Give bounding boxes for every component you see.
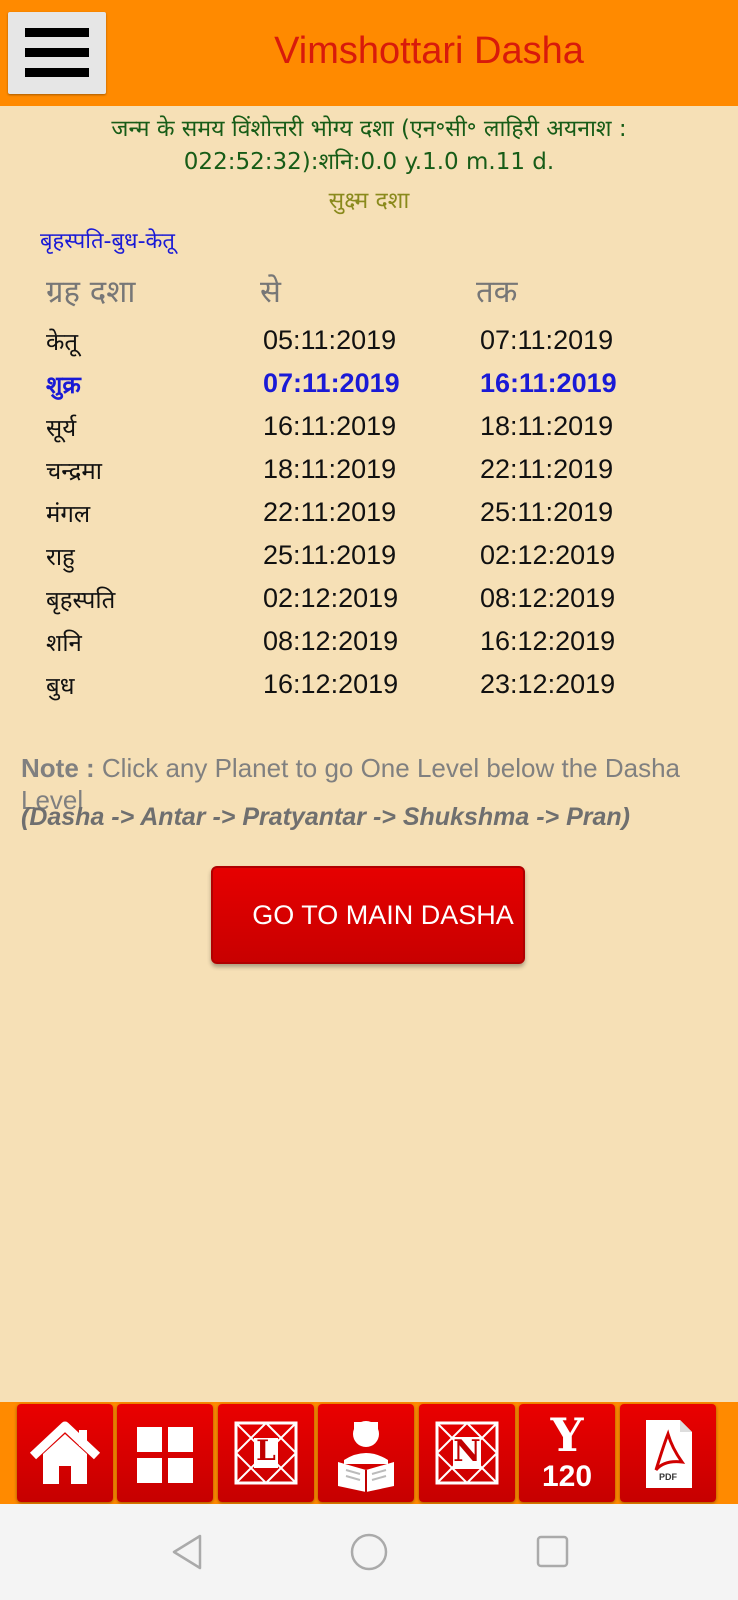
from-date: 18:11:2019 (263, 454, 397, 484)
to-date: 23:12:2019 (480, 669, 616, 699)
to-date: 25:11:2019 (480, 497, 614, 527)
home-icon (29, 1421, 101, 1484)
dasha-row[interactable]: शनि 08:12:2019 16:12:2019 (0, 626, 738, 666)
to-date: 22:11:2019 (480, 454, 614, 484)
planet-name[interactable]: चन्द्रमा (46, 454, 102, 487)
dasha-path-label: बृहस्पति-बुध-केतू (40, 229, 175, 254)
birth-dasha-info: जन्म के समय विंशोत्तरी भोग्य दशा (एन॰सी॰… (111, 116, 627, 175)
grid-button[interactable] (117, 1404, 213, 1502)
column-header-from: से (260, 274, 281, 310)
to-date: 08:12:2019 (480, 583, 616, 613)
from-date: 08:12:2019 (263, 626, 399, 656)
section-label: सुक्ष्म दशा (328, 188, 410, 214)
from-date: 05:11:2019 (263, 325, 397, 355)
from-date: 07:11:2019 (263, 368, 400, 398)
app-title: Vimshottari Dasha (274, 30, 584, 72)
from-date: 25:11:2019 (263, 540, 397, 570)
note-key: Note : (21, 753, 95, 783)
dasha-row[interactable]: बुध 16:12:2019 23:12:2019 (0, 669, 738, 709)
to-date: 07:11:2019 (480, 325, 614, 355)
column-header-to: तक (476, 274, 518, 310)
from-date: 16:11:2019 (263, 411, 397, 441)
from-date: 22:11:2019 (263, 497, 397, 527)
app-bar: Vimshottari Dasha (0, 0, 738, 106)
to-date: 16:11:2019 (480, 368, 617, 398)
back-icon[interactable] (168, 1532, 208, 1572)
dasha-levels-note: (Dasha -> Antar -> Pratyantar -> Shukshm… (21, 803, 630, 831)
planet-name[interactable]: सूर्य (46, 411, 76, 444)
planet-name[interactable]: बुध (46, 669, 74, 702)
recents-icon[interactable] (533, 1532, 573, 1572)
navamsa-chart-button[interactable]: N (419, 1404, 515, 1502)
from-date: 16:12:2019 (263, 669, 399, 699)
to-date: 18:11:2019 (480, 411, 614, 441)
dasha-row[interactable]: बृहस्पति 02:12:2019 08:12:2019 (0, 583, 738, 623)
planet-name[interactable]: शनि (46, 626, 82, 659)
dasha-row[interactable]: शुक्र 07:11:2019 16:11:2019 (0, 368, 738, 408)
bottom-toolbar: L N Y 120 PDF (0, 1402, 738, 1504)
planet-name[interactable]: बृहस्पति (46, 583, 115, 616)
grid-icon (137, 1427, 193, 1483)
from-date: 02:12:2019 (263, 583, 399, 613)
pdf-icon (646, 1420, 692, 1488)
dasha-row[interactable]: केतू 05:11:2019 07:11:2019 (0, 325, 738, 365)
menu-button[interactable] (8, 12, 106, 94)
to-date: 16:12:2019 (480, 626, 616, 656)
lagna-chart-button[interactable]: L (218, 1404, 314, 1502)
reader-icon (338, 1421, 394, 1492)
home-nav-icon[interactable] (349, 1532, 389, 1572)
pdf-button[interactable]: PDF (620, 1404, 716, 1502)
yearly-120-button[interactable]: Y 120 (519, 1404, 615, 1502)
system-navigation-bar (0, 1504, 738, 1600)
planet-name[interactable]: शुक्र (46, 368, 81, 401)
reader-button[interactable] (318, 1404, 414, 1502)
column-header-planet: ग्रह दशा (46, 274, 136, 310)
dasha-row[interactable]: सूर्य 16:11:2019 18:11:2019 (0, 411, 738, 451)
go-to-main-dasha-button[interactable]: GO TO MAIN DASHA (211, 866, 525, 964)
dasha-row[interactable]: राहु 25:11:2019 02:12:2019 (0, 540, 738, 580)
planet-name[interactable]: राहु (46, 540, 75, 573)
dasha-row[interactable]: मंगल 22:11:2019 25:11:2019 (0, 497, 738, 537)
dasha-row[interactable]: चन्द्रमा 18:11:2019 22:11:2019 (0, 454, 738, 494)
home-button[interactable] (17, 1404, 113, 1502)
planet-name[interactable]: केतू (46, 325, 78, 358)
planet-name[interactable]: मंगल (46, 497, 90, 530)
to-date: 02:12:2019 (480, 540, 616, 570)
